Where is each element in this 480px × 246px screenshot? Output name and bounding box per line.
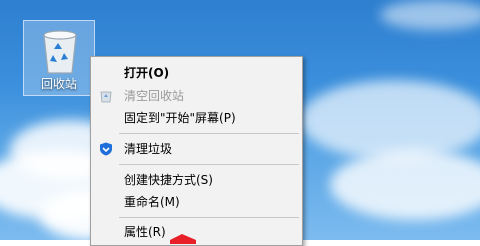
context-menu: 打开(O) 清空回收站 固定到"开始"屏幕(P) 清理垃圾 创建快捷方式(S) … <box>90 56 303 246</box>
menu-item-label: 创建快捷方式(S) <box>124 173 213 187</box>
menu-item-empty-recycle-bin[interactable]: 清空回收站 <box>91 85 302 107</box>
recycle-bin-icon <box>43 30 77 74</box>
menu-item-pin-to-start[interactable]: 固定到"开始"屏幕(P) <box>91 107 302 129</box>
menu-item-label: 打开(O) <box>124 66 170 80</box>
highlight-arrow-icon <box>170 234 196 244</box>
menu-separator <box>119 217 299 218</box>
menu-item-create-shortcut[interactable]: 创建快捷方式(S) <box>91 169 302 191</box>
recycle-bin-desktop-icon[interactable]: 回收站 <box>23 20 95 96</box>
menu-item-open[interactable]: 打开(O) <box>91 62 302 84</box>
menu-item-label: 清理垃圾 <box>124 142 173 156</box>
recycle-bin-label: 回收站 <box>40 77 77 91</box>
menu-item-label: 重命名(M) <box>124 195 180 209</box>
cloud <box>300 80 480 160</box>
recycle-bin-small-icon <box>100 91 112 103</box>
menu-item-clean-junk[interactable]: 清理垃圾 <box>91 138 302 160</box>
cloud <box>330 150 480 220</box>
cloud <box>380 0 480 30</box>
menu-separator <box>119 133 299 134</box>
shield-icon <box>100 142 112 156</box>
menu-item-rename[interactable]: 重命名(M) <box>91 191 302 213</box>
menu-item-label: 清空回收站 <box>124 89 185 103</box>
menu-item-label: 固定到"开始"屏幕(P) <box>124 111 236 125</box>
menu-separator <box>119 164 299 165</box>
